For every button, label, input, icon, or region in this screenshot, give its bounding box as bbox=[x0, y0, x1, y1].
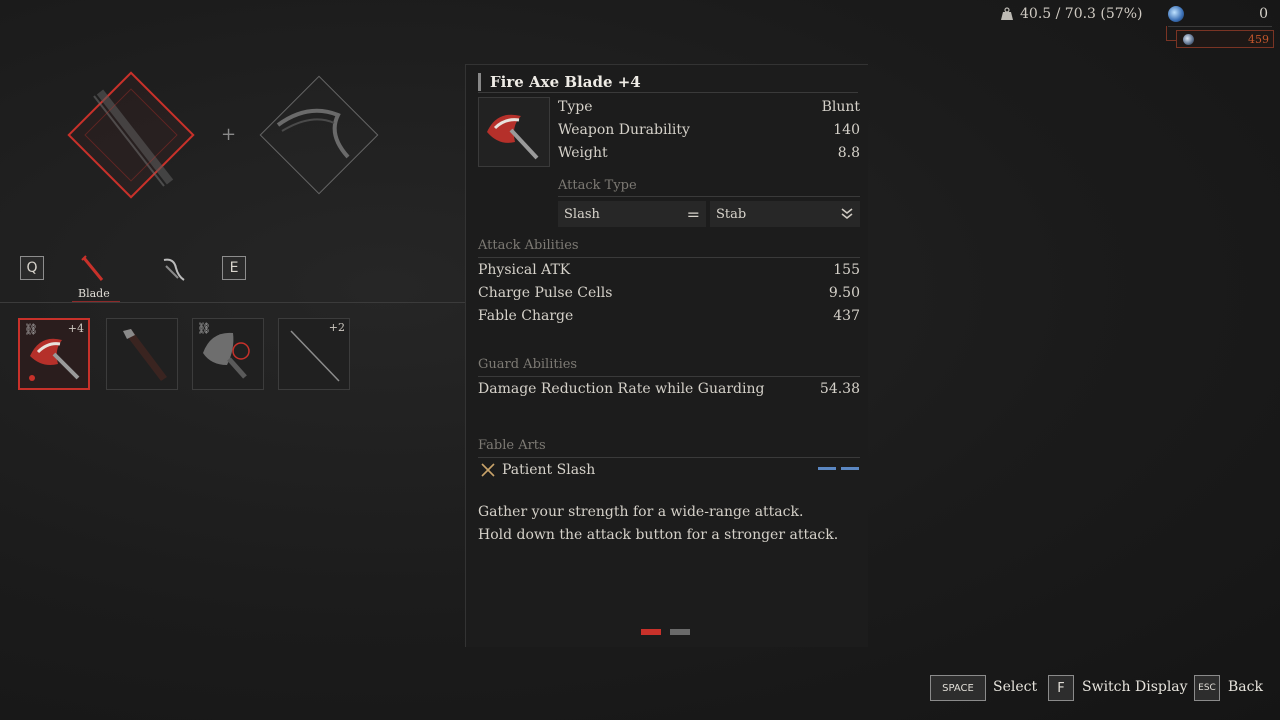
fire-axe-icon bbox=[487, 114, 539, 160]
stat-value: 8.8 bbox=[837, 145, 860, 161]
back-hint[interactable]: Back bbox=[1228, 679, 1263, 695]
guard-damage-reduction: Damage Reduction Rate while Guarding 54.… bbox=[478, 381, 860, 397]
stat-type: Type Blunt bbox=[558, 99, 860, 115]
fable-art-name: Patient Slash bbox=[502, 462, 596, 478]
left-divider bbox=[0, 302, 465, 303]
inventory-slot[interactable] bbox=[106, 318, 178, 390]
esc-key[interactable]: ESC bbox=[1194, 675, 1220, 701]
stat-durability: Weapon Durability 140 bbox=[558, 122, 860, 138]
attack-type-heading: Attack Type bbox=[558, 178, 637, 193]
assembly-plus: + bbox=[221, 124, 237, 145]
page-indicator-active[interactable] bbox=[641, 629, 661, 635]
section-divider bbox=[478, 376, 860, 377]
weight-icon bbox=[1001, 7, 1013, 20]
handle-tab-icon[interactable] bbox=[158, 254, 188, 284]
ability-label: Fable Charge bbox=[478, 308, 574, 324]
weight-indicator: 40.5 / 70.3 (57%) bbox=[1000, 6, 1142, 22]
currency-secondary: 459 bbox=[1176, 30, 1274, 48]
fire-axe-icon bbox=[29, 338, 80, 381]
title-divider bbox=[478, 92, 858, 93]
page-indicator[interactable] bbox=[670, 629, 690, 635]
prev-category-key[interactable]: Q bbox=[20, 256, 44, 280]
item-title: Fire Axe Blade +4 bbox=[478, 73, 641, 91]
fable-slot-bar bbox=[841, 467, 859, 470]
currency-divider bbox=[1168, 26, 1272, 27]
stat-label: Type bbox=[558, 99, 593, 115]
space-key[interactable]: SPACE bbox=[930, 675, 986, 701]
rapier-blade-icon bbox=[290, 330, 340, 382]
inventory-slot[interactable]: ⛓ +4 bbox=[18, 318, 90, 390]
select-hint[interactable]: Select bbox=[993, 679, 1037, 695]
currency-secondary-value: 459 bbox=[1248, 32, 1269, 46]
ability-label: Physical ATK bbox=[478, 262, 571, 278]
section-divider bbox=[478, 457, 860, 458]
ability-label: Charge Pulse Cells bbox=[478, 285, 613, 301]
ability-physical-atk: Physical ATK 155 bbox=[478, 262, 860, 278]
guard-abilities-heading: Guard Abilities bbox=[478, 357, 578, 372]
attack-type-secondary: Stab bbox=[710, 201, 860, 227]
currency-primary-value: 0 bbox=[1259, 6, 1268, 22]
crossed-swords-icon bbox=[481, 463, 495, 477]
ability-value: 437 bbox=[833, 308, 860, 324]
active-tab-label: Blade bbox=[78, 287, 110, 300]
chevron-double-down-icon bbox=[841, 208, 853, 220]
stat-label: Weapon Durability bbox=[558, 122, 690, 138]
ability-value: 155 bbox=[833, 262, 860, 278]
equals-icon: = bbox=[686, 204, 700, 224]
section-divider bbox=[478, 257, 860, 258]
blade-tab-icon[interactable] bbox=[78, 254, 108, 284]
stat-label: Weight bbox=[558, 145, 608, 161]
description-line: Gather your strength for a wide-range at… bbox=[478, 504, 804, 520]
attack-type-primary: Slash = bbox=[558, 201, 706, 227]
ability-label: Damage Reduction Rate while Guarding bbox=[478, 381, 765, 397]
attack-abilities-heading: Attack Abilities bbox=[478, 238, 579, 253]
ability-value: 9.50 bbox=[828, 285, 860, 301]
attack-type-secondary-label: Stab bbox=[716, 206, 747, 222]
switch-display-hint[interactable]: Switch Display bbox=[1082, 679, 1188, 695]
inventory-slot[interactable]: +2 bbox=[278, 318, 350, 390]
handle-silhouette-icon bbox=[276, 108, 350, 159]
weight-text: 40.5 / 70.3 (57%) bbox=[1020, 6, 1143, 22]
stat-value: 140 bbox=[833, 122, 860, 138]
next-category-key[interactable]: E bbox=[222, 256, 246, 280]
fable-arts-heading: Fable Arts bbox=[478, 438, 546, 453]
fable-slot-bar bbox=[818, 467, 836, 470]
ability-charge-pulse: Charge Pulse Cells 9.50 bbox=[478, 285, 860, 301]
description-line: Hold down the attack button for a strong… bbox=[478, 527, 839, 543]
ergo-orb-icon bbox=[1168, 6, 1184, 22]
stat-weight: Weight 8.8 bbox=[558, 145, 860, 161]
stat-value: Blunt bbox=[821, 99, 860, 115]
section-divider bbox=[558, 196, 860, 197]
inventory-slot[interactable]: ⛓ bbox=[192, 318, 264, 390]
ability-value: 54.38 bbox=[819, 381, 860, 397]
ergo-small-icon bbox=[1183, 33, 1194, 45]
dagger-blade-icon bbox=[123, 329, 167, 381]
attack-type-primary-label: Slash bbox=[564, 206, 600, 222]
item-thumbnail bbox=[478, 97, 550, 167]
f-key[interactable]: F bbox=[1048, 675, 1074, 701]
ability-fable-charge: Fable Charge 437 bbox=[478, 308, 860, 324]
cleaver-blade-icon bbox=[203, 332, 250, 379]
currency-primary: 0 bbox=[1168, 4, 1268, 24]
